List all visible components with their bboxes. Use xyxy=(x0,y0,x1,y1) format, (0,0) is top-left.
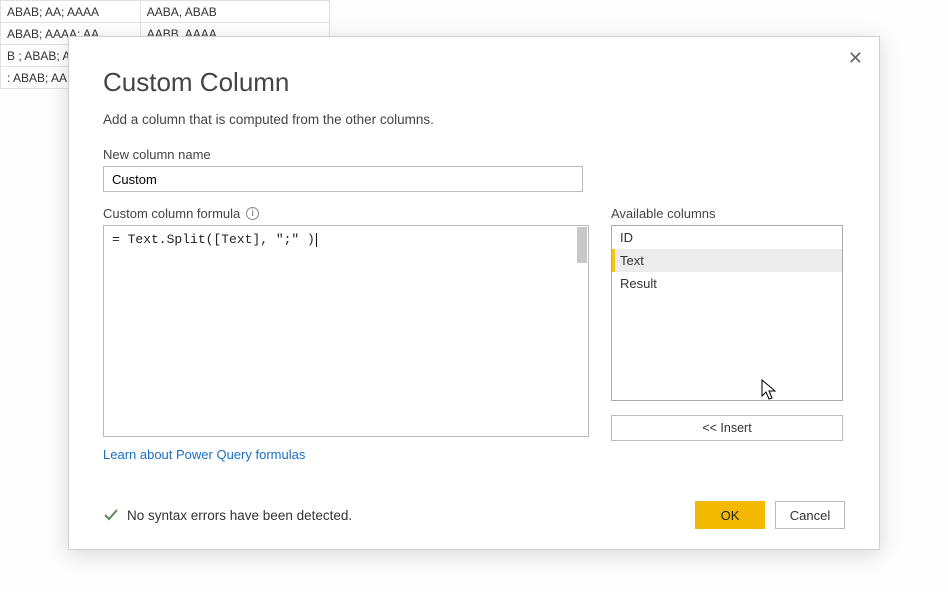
dialog-title: Custom Column xyxy=(103,67,845,98)
formula-input[interactable]: = Text.Split([Text], ";" ) xyxy=(103,225,589,437)
insert-button[interactable]: << Insert xyxy=(611,415,843,441)
cancel-button[interactable]: Cancel xyxy=(775,501,845,529)
new-column-name-label: New column name xyxy=(103,147,845,162)
available-columns-label: Available columns xyxy=(611,206,843,221)
list-item[interactable]: ID xyxy=(612,226,842,249)
list-item[interactable]: Text xyxy=(612,249,842,272)
available-columns-list[interactable]: ID Text Result xyxy=(611,225,843,401)
info-icon[interactable]: i xyxy=(246,207,259,220)
formula-label: Custom column formula i xyxy=(103,206,589,221)
new-column-name-input[interactable] xyxy=(103,166,583,192)
scrollbar-thumb[interactable] xyxy=(577,227,587,263)
check-icon xyxy=(103,507,119,523)
table-row: ABAB; AA; AAAAAABA, ABAB xyxy=(1,1,330,23)
learn-link[interactable]: Learn about Power Query formulas xyxy=(103,447,305,462)
ok-button[interactable]: OK xyxy=(695,501,765,529)
dialog-subtitle: Add a column that is computed from the o… xyxy=(103,112,845,127)
status-text: No syntax errors have been detected. xyxy=(127,508,352,523)
list-item[interactable]: Result xyxy=(612,272,842,295)
custom-column-dialog: ✕ Custom Column Add a column that is com… xyxy=(68,36,880,550)
close-icon[interactable]: ✕ xyxy=(848,49,863,67)
